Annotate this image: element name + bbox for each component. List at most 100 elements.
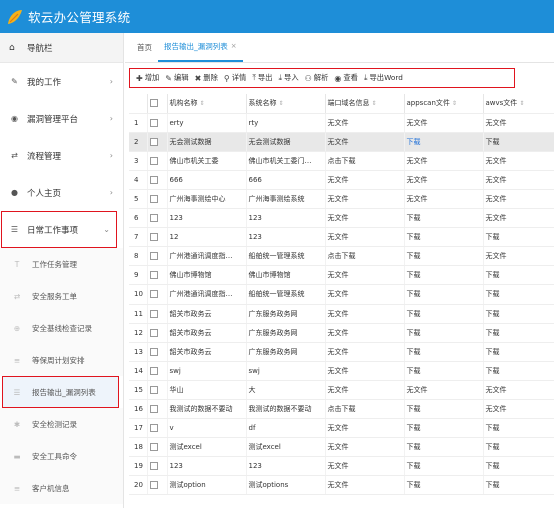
cell-appscan[interactable]: 下载 <box>404 208 484 229</box>
row-checkbox-cell[interactable] <box>147 418 168 439</box>
table-row[interactable]: 2 无会测试数据 无会测试数据 无文件 下载 下载 <box>129 132 554 152</box>
sidebar-subitem-tool-commands[interactable]: ▬ 安全工具命令 <box>0 440 123 472</box>
cell-awvs[interactable]: 下载 <box>483 418 554 439</box>
sidebar-subitem-report-output[interactable]: ☰ 报告输出_漏洞列表 <box>2 376 119 408</box>
sidebar-header[interactable]: ⌂ 导航栏 <box>0 33 123 63</box>
table-row[interactable]: 8 广州港通讯调度指… 船舶统一管理系统 点击下载 下载 无文件 <box>129 246 554 267</box>
table-row[interactable]: 1 erty rty 无文件 无文件 无文件 <box>129 113 554 133</box>
cell-appscan[interactable]: 下载 <box>404 265 484 286</box>
table-row[interactable]: 13 韶关市政务云 广东服务政务网 无文件 下载 下载 <box>129 342 554 362</box>
row-checkbox[interactable] <box>149 290 158 299</box>
row-checkbox-cell[interactable] <box>147 437 168 458</box>
row-checkbox[interactable] <box>149 175 158 184</box>
row-checkbox-cell[interactable] <box>147 284 168 305</box>
export-word-button[interactable]: ⤓ 导出Word <box>364 73 403 83</box>
table-row[interactable]: 10 广州港通讯调度指… 船舶统一管理系统 无文件 下载 下载 <box>129 284 554 305</box>
cell-appscan[interactable]: 下载 <box>404 361 484 381</box>
cell-appscan[interactable]: 下载 <box>404 475 484 496</box>
sidebar-subitem-security-check[interactable]: ✱ 安全检测记录 <box>0 408 123 440</box>
column-header-domain[interactable]: 端口域名信息 ⇕ <box>325 94 405 114</box>
sidebar-item-profile[interactable]: ● 个人主页 › <box>0 174 123 211</box>
cell-domain[interactable]: 点击下载 <box>325 399 405 420</box>
table-row[interactable]: 11 韶关市政务云 广东服务政务网 无文件 下载 下载 <box>129 304 554 324</box>
row-checkbox-cell[interactable] <box>147 246 168 267</box>
table-row[interactable]: 12 韶关市政务云 广东服务政务网 无文件 下载 下载 <box>129 323 554 343</box>
column-header-name[interactable]: 机构名称 ⇕ <box>167 94 247 114</box>
row-checkbox[interactable] <box>149 328 158 337</box>
row-checkbox[interactable] <box>149 462 158 471</box>
row-checkbox-cell[interactable] <box>147 323 168 343</box>
cell-appscan[interactable]: 下载 <box>404 132 484 152</box>
row-checkbox[interactable] <box>149 405 158 414</box>
table-row[interactable]: 16 我测试的数据不要动 我测试的数据不要动 点击下载 下载 无文件 <box>129 399 554 420</box>
cell-appscan[interactable]: 下载 <box>404 456 484 477</box>
select-all-checkbox[interactable] <box>149 99 158 108</box>
cell-appscan[interactable]: 下载 <box>404 304 484 324</box>
row-checkbox-cell[interactable] <box>147 227 168 248</box>
cell-appscan[interactable]: 下载 <box>404 323 484 343</box>
table-row[interactable]: 15 华山大无文件 无文件 无文件 <box>129 380 554 401</box>
cell-awvs[interactable]: 下载 <box>483 323 554 343</box>
sidebar-item-vuln-platform[interactable]: ◉ 漏洞管理平台 › <box>0 100 123 137</box>
cell-awvs[interactable]: 下载 <box>483 304 554 324</box>
select-all-checkbox-cell[interactable] <box>147 94 168 114</box>
cell-appscan[interactable]: 下载 <box>404 342 484 362</box>
row-checkbox[interactable] <box>149 118 158 127</box>
row-checkbox[interactable] <box>149 309 158 318</box>
table-row[interactable]: 7 12 123 无文件 下载 下载 <box>129 227 554 248</box>
table-row[interactable]: 19 123 123 无文件 下载 下载 <box>129 456 554 477</box>
table-row[interactable]: 6 123 123 无文件 下载 无文件 <box>129 208 554 229</box>
sidebar-subitem-weekly-plan[interactable]: ≡ 等保周计划安排 <box>0 344 123 376</box>
view-button[interactable]: ◉ 查看 <box>334 73 358 83</box>
sidebar-item-my-work[interactable]: ✎ 我的工作 › <box>0 63 123 100</box>
row-checkbox-cell[interactable] <box>147 189 168 210</box>
cell-awvs[interactable]: 下载 <box>483 227 554 248</box>
table-row[interactable]: 17 v df 无文件 下载 下载 <box>129 418 554 439</box>
cell-awvs[interactable]: 下载 <box>483 284 554 305</box>
cell-appscan[interactable]: 下载 <box>404 437 484 458</box>
cell-awvs[interactable]: 下载 <box>483 437 554 458</box>
edit-button[interactable]: ✎ 编辑 <box>165 73 188 83</box>
row-checkbox[interactable] <box>149 137 158 146</box>
column-header-awvs[interactable]: awvs文件 ⇕ <box>483 94 554 114</box>
sidebar-item-process[interactable]: ⇄ 流程管理 › <box>0 137 123 174</box>
detail-button[interactable]: ⚲ 详情 <box>224 73 246 83</box>
cell-appscan[interactable]: 下载 <box>404 418 484 439</box>
sidebar-subitem-task-mgmt[interactable]: T 工作任务管理 <box>0 248 123 280</box>
export-button[interactable]: ⤒ 导出 <box>252 73 272 83</box>
row-checkbox[interactable] <box>149 252 158 261</box>
row-checkbox[interactable] <box>149 366 158 375</box>
row-checkbox[interactable] <box>149 481 158 490</box>
row-checkbox-cell[interactable] <box>147 265 168 286</box>
row-checkbox-cell[interactable] <box>147 151 168 171</box>
row-checkbox[interactable] <box>149 347 158 356</box>
table-row[interactable]: 14 swj swj 无文件 下载 下载 <box>129 361 554 381</box>
cell-appscan[interactable]: 下载 <box>404 399 484 420</box>
row-checkbox-cell[interactable] <box>147 342 168 362</box>
cell-awvs[interactable]: 下载 <box>483 342 554 362</box>
close-icon[interactable]: × <box>231 42 237 50</box>
row-checkbox[interactable] <box>149 214 158 223</box>
cell-domain[interactable]: 点击下载 <box>325 246 405 267</box>
row-checkbox[interactable] <box>149 233 158 242</box>
cell-awvs[interactable]: 下载 <box>483 132 554 152</box>
row-checkbox[interactable] <box>149 443 158 452</box>
row-checkbox-cell[interactable] <box>147 475 168 496</box>
row-checkbox-cell[interactable] <box>147 380 168 401</box>
row-checkbox-cell[interactable] <box>147 361 168 381</box>
import-button[interactable]: ⤓ 导入 <box>278 73 298 83</box>
cell-awvs[interactable]: 下载 <box>483 361 554 381</box>
add-button[interactable]: ✚ 增加 <box>136 73 159 83</box>
table-row[interactable]: 9 佛山市博物馆 佛山市博物馆 无文件 下载 下载 <box>129 265 554 286</box>
cell-appscan[interactable]: 下载 <box>404 284 484 305</box>
parse-button[interactable]: ⚇ 解析 <box>305 73 329 83</box>
delete-button[interactable]: ✖ 删除 <box>195 73 218 83</box>
sidebar-subitem-baseline[interactable]: ⊕ 安全基线检查记录 <box>0 312 123 344</box>
column-header-appscan[interactable]: appscan文件 ⇕ <box>404 94 484 114</box>
row-checkbox[interactable] <box>149 271 158 280</box>
cell-awvs[interactable]: 下载 <box>483 475 554 496</box>
column-header-system[interactable]: 系统名称 ⇕ <box>246 94 326 114</box>
sidebar-subitem-service-ticket[interactable]: ⇄ 安全服务工单 <box>0 280 123 312</box>
row-checkbox[interactable] <box>149 385 158 394</box>
cell-domain[interactable]: 点击下载 <box>325 151 405 171</box>
